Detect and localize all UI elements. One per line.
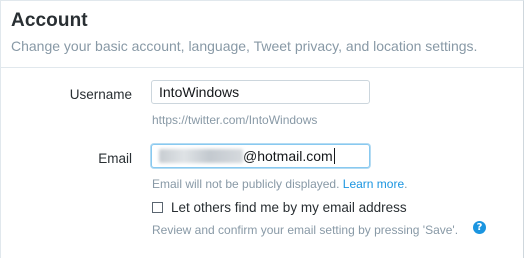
- section-title: Account: [11, 10, 88, 31]
- section-header: Account Change your basic account, langu…: [1, 1, 523, 68]
- profile-url: https://twitter.com/IntoWindows: [152, 113, 318, 127]
- discoverability-label[interactable]: Let others find me by my email address: [171, 200, 407, 215]
- username-input[interactable]: IntoWindows: [151, 80, 370, 104]
- learn-more-suffix: .: [404, 177, 408, 191]
- review-note: Review and confirm your email setting by…: [152, 223, 459, 237]
- account-settings-panel: Account Change your basic account, langu…: [0, 0, 524, 258]
- discoverability-checkbox[interactable]: [152, 201, 163, 213]
- question-circle-icon[interactable]: ?: [473, 221, 486, 234]
- email-note-text: Email will not be publicly displayed.: [152, 177, 340, 191]
- email-privacy-note: Email will not be publicly displayed. Le…: [152, 177, 408, 191]
- email-value: @hotmail.com: [243, 148, 333, 164]
- redacted-email-username: [159, 149, 243, 163]
- username-label: Username: [69, 87, 132, 102]
- email-label: Email: [98, 151, 132, 166]
- email-input[interactable]: @hotmail.com: [151, 144, 370, 168]
- learn-more-link[interactable]: Learn more: [343, 177, 404, 191]
- username-value: IntoWindows: [159, 84, 240, 100]
- text-caret: [333, 148, 335, 164]
- section-subtitle: Change your basic account, language, Twe…: [11, 38, 478, 54]
- discoverability-option[interactable]: Let others find me by my email address: [152, 199, 407, 215]
